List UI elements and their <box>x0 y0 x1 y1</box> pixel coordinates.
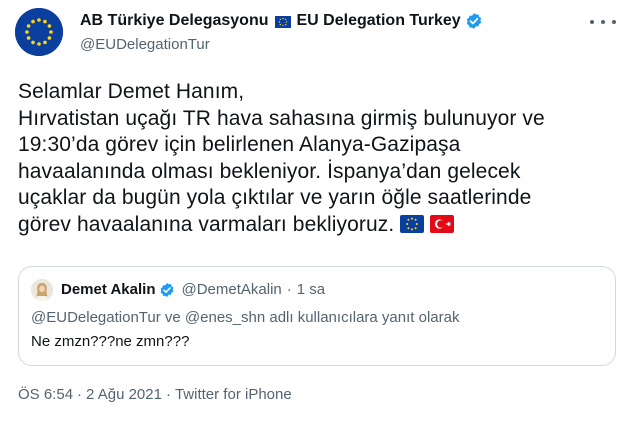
person-avatar-icon <box>31 279 53 301</box>
author-name-row[interactable]: AB Türkiye Delegasyonu EU Delegation Tur… <box>80 10 483 32</box>
verified-badge-icon <box>161 282 174 297</box>
tweet-meta: ÖS 6:54 · 2 Ağu 2021 · Twitter for iPhone <box>18 386 292 403</box>
tweet-source[interactable]: Twitter for iPhone <box>175 386 292 403</box>
tweet-line: Hırvatistan uçağı TR hava sahasına girmi… <box>18 106 545 130</box>
tweet-line: Selamlar Demet Hanım, <box>18 80 245 103</box>
quoted-header: Demet Akalin @DemetAkalin · 1 sa <box>61 281 325 298</box>
turkey-flag-emoji-icon <box>430 214 455 233</box>
tweet-line-last: görev havaalanına varmaları bekliyoruz. <box>18 212 618 239</box>
quoted-text: Ne zmzn???ne zmn??? <box>31 333 190 350</box>
author-display-name[interactable]: AB Türkiye Delegasyonu <box>80 12 269 30</box>
quoted-author-avatar[interactable] <box>31 279 53 301</box>
tweet-text: Selamlar Demet Hanım, Hırvatistan uçağı … <box>18 79 618 238</box>
dot-separator: · <box>286 281 292 298</box>
tweet-time[interactable]: ÖS 6:54 <box>18 386 73 403</box>
eu-flag-avatar-icon <box>15 8 63 56</box>
author-display-name-suffix[interactable]: EU Delegation Turkey <box>297 12 461 30</box>
reply-context: @EUDelegationTur ve @enes_shn adlı kulla… <box>31 309 460 326</box>
eu-flag-emoji-icon <box>400 214 425 233</box>
eu-flag-icon <box>274 15 291 28</box>
tweet-line: görev havaalanına varmaları bekliyoruz. <box>18 212 395 236</box>
author-avatar[interactable] <box>15 8 63 56</box>
dot-separator: · <box>165 386 171 403</box>
tweet-date[interactable]: 2 Ağu 2021 <box>86 386 162 403</box>
tweet-line: havaalanında olması bekleniyor. İspanya’… <box>18 159 521 183</box>
quoted-display-name[interactable]: Demet Akalin <box>61 281 155 298</box>
tweet-line: 19:30’da görev için belirlenen Alanya-Ga… <box>18 133 461 156</box>
quoted-tweet-card[interactable]: Demet Akalin @DemetAkalin · 1 sa @EUDele… <box>18 266 616 366</box>
verified-badge-icon <box>465 12 483 30</box>
more-options-icon[interactable] <box>590 14 616 30</box>
quoted-timestamp[interactable]: 1 sa <box>297 281 325 298</box>
dot-separator: · <box>77 386 83 403</box>
quoted-handle[interactable]: @DemetAkalin <box>181 281 281 298</box>
tweet-line: uçaklar da bugün yola çıktılar ve yarın … <box>18 186 532 209</box>
author-handle[interactable]: @EUDelegationTur <box>80 36 210 53</box>
